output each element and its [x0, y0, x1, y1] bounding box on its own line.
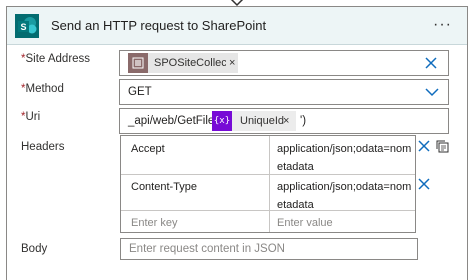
clear-icon[interactable] — [425, 57, 437, 69]
remove-token-icon[interactable]: × — [226, 57, 235, 69]
sharepoint-icon: S — [15, 14, 39, 38]
action-header[interactable]: S Send an HTTP request to SharePoint ··· — [7, 7, 467, 45]
headers-table: Accept application/json;odata=nometadata… — [120, 135, 416, 233]
uniqueid-token[interactable]: {x} UniqueId × — [212, 111, 296, 131]
uniqueid-token-label: UniqueId — [240, 115, 285, 127]
headers-label: Headers — [21, 141, 65, 153]
delete-row-icon[interactable] — [418, 178, 430, 190]
uri-suffix-text: ') — [300, 115, 307, 127]
delete-row-icon[interactable] — [418, 140, 430, 152]
svg-text:S: S — [20, 22, 26, 32]
header-key-cell[interactable]: Accept — [131, 140, 261, 158]
uri-label-text: Uri — [25, 111, 41, 123]
uri-field[interactable]: _api/web/GetFileById(' {x} UniqueId × ') — [119, 108, 449, 134]
body-input[interactable]: Enter request content in JSON — [120, 238, 418, 260]
remove-token-icon[interactable]: × — [280, 115, 289, 127]
header-value-cell[interactable]: application/json;odata=nometadata — [277, 140, 413, 176]
site-address-token-label: SPOSiteCollecti... — [154, 57, 226, 69]
method-label-text: Method — [25, 83, 64, 95]
sharepoint-token-icon — [128, 53, 148, 73]
body-placeholder: Enter request content in JSON — [129, 243, 285, 255]
method-value: GET — [128, 86, 152, 98]
body-label: Body — [21, 243, 48, 255]
site-address-token[interactable]: SPOSiteCollecti... × — [128, 53, 238, 73]
site-address-field[interactable]: SPOSiteCollecti... × — [119, 50, 449, 76]
uri-label: *Uri — [21, 111, 40, 123]
column-divider — [269, 136, 270, 232]
header-value-input[interactable]: Enter value — [277, 214, 413, 232]
chevron-down-icon[interactable] — [425, 87, 439, 97]
header-key-input[interactable]: Enter key — [131, 214, 261, 232]
more-options-icon[interactable]: ··· — [433, 17, 452, 33]
action-card: S Send an HTTP request to SharePoint ···… — [6, 6, 468, 280]
switch-to-text-mode-icon[interactable] — [435, 139, 449, 153]
method-dropdown[interactable]: GET — [119, 79, 449, 105]
variable-icon: {x} — [212, 111, 232, 131]
action-title: Send an HTTP request to SharePoint — [51, 18, 267, 33]
site-address-label: *Site Address — [21, 53, 90, 65]
header-key-cell[interactable]: Content-Type — [131, 178, 261, 196]
site-address-label-text: Site Address — [25, 53, 91, 65]
method-label: *Method — [21, 83, 64, 95]
header-value-cell[interactable]: application/json;odata=nometadata — [277, 178, 413, 214]
